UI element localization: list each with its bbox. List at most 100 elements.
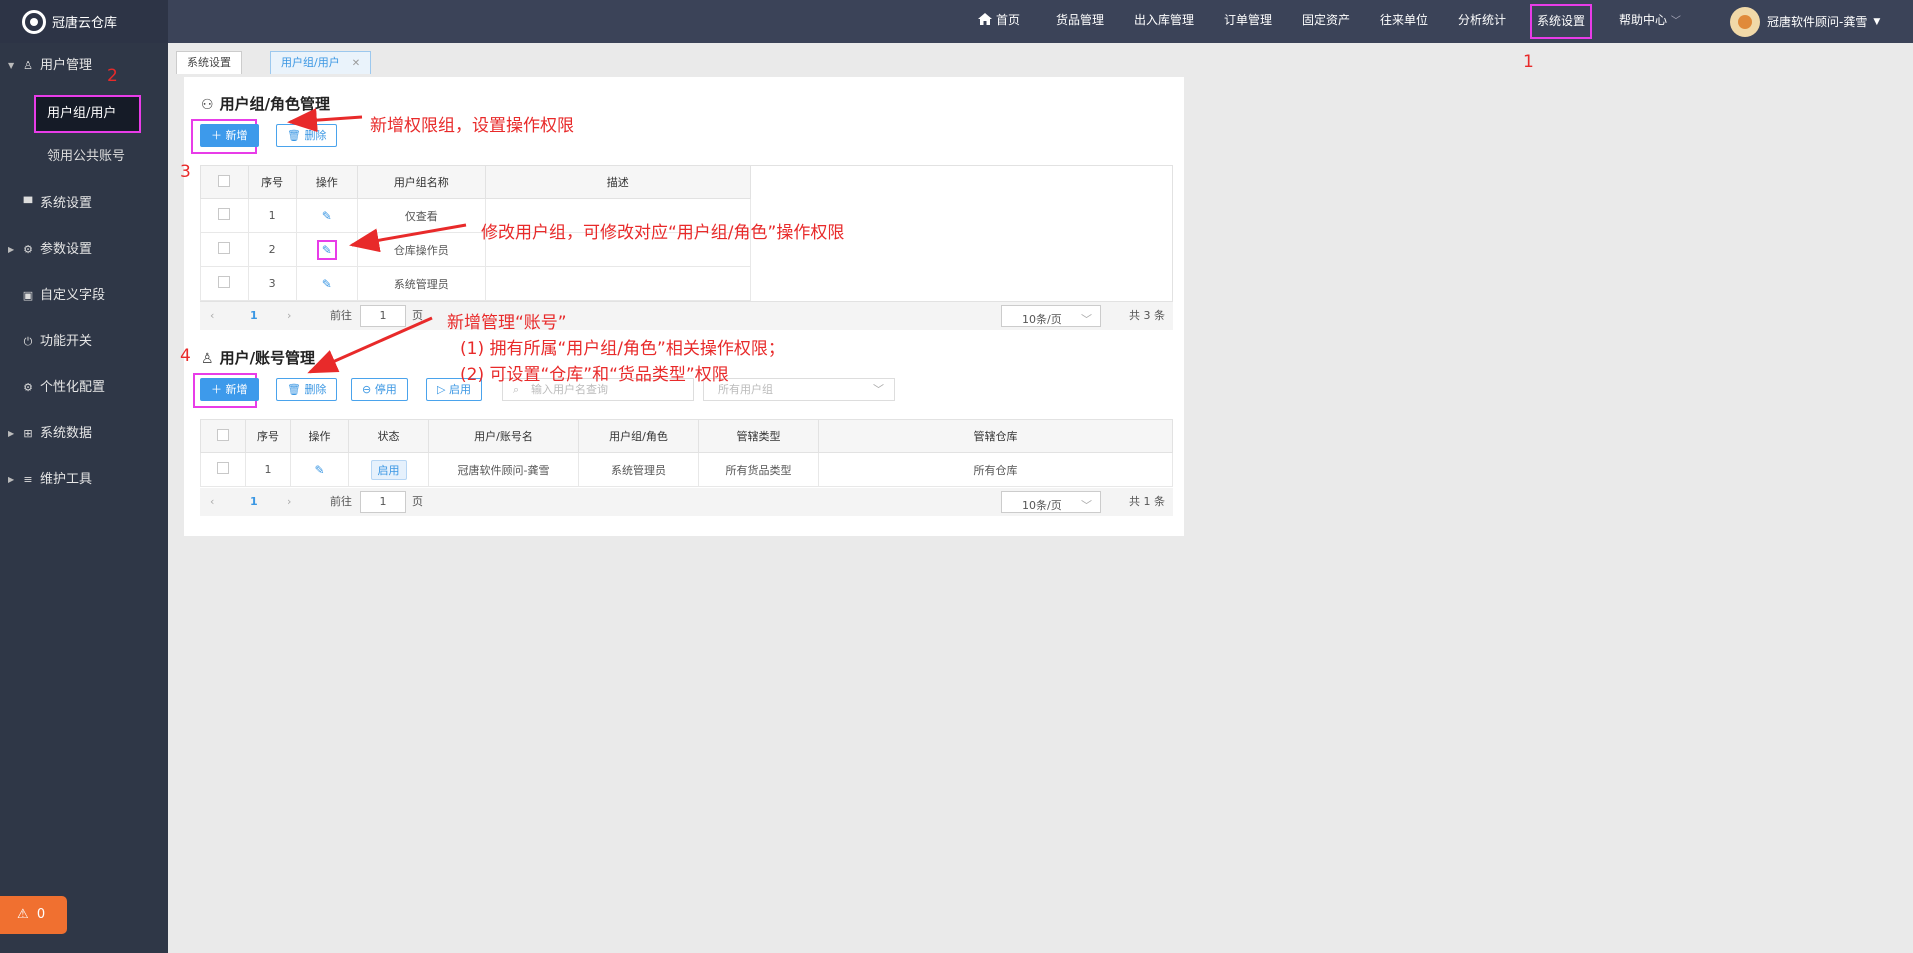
header-checkbox[interactable] — [200, 165, 249, 199]
prev-page-icon[interactable]: ‹ — [210, 488, 214, 516]
group-icon: ⚇ — [201, 97, 214, 113]
sidebar-item-maintenance[interactable]: ▶ ≡ 维护工具 — [0, 465, 168, 495]
sidebar-item-params[interactable]: ▶ ⚙ 参数设置 — [0, 235, 168, 265]
sidebar-item-feature-switch[interactable]: ⏻ 功能开关 — [0, 327, 168, 357]
chevron-down-icon: ﹀ — [1670, 16, 1681, 27]
page-size-select[interactable]: 10条/页 ﹀ — [1001, 491, 1101, 513]
account-pager: ‹ 1 › 前往 1 页 10条/页 ﹀ 共 1 条 — [200, 488, 1173, 516]
delete-account-button[interactable]: 🗑 删除 — [276, 378, 338, 401]
page-unit-label: 页 — [412, 309, 423, 322]
nav-home[interactable]: 首页 — [978, 0, 1020, 43]
nav-partners[interactable]: 往来单位 — [1380, 0, 1428, 43]
account-name: 冠唐软件顾问-龚雪 — [428, 452, 579, 487]
column-header: 序号 — [247, 165, 297, 199]
row-index: 2 — [247, 232, 297, 267]
monitor-icon: ▀ — [23, 197, 33, 210]
nav-assets[interactable]: 固定资产 — [1302, 0, 1350, 43]
column-header: 操作 — [290, 419, 349, 453]
next-page-icon[interactable]: › — [287, 488, 291, 516]
edit-button[interactable]: ✎ — [295, 232, 359, 267]
form-icon: ▣ — [22, 289, 34, 302]
status-cell: 启用 — [348, 452, 429, 487]
nav-help[interactable]: 帮助中心 ﹀ — [1619, 0, 1681, 43]
prev-page-icon[interactable]: ‹ — [210, 302, 214, 330]
sidebar-item-system-settings[interactable]: ▀ 系统设置 — [0, 189, 168, 219]
row-checkbox[interactable] — [200, 452, 246, 487]
annotation-add-account: 新增管理“账号” — [447, 313, 567, 333]
edit-icon: ✎ — [321, 276, 332, 291]
add-account-button[interactable]: ＋ 新增 — [200, 378, 259, 401]
edit-icon: ✎ — [321, 208, 332, 223]
step-number-2: 2 — [107, 66, 118, 86]
goto-page-input[interactable]: 1 — [360, 491, 406, 513]
annotation-account-line1: (1) 拥有所属“用户组/角色”相关操作权限； — [460, 339, 785, 359]
add-group-button[interactable]: ＋ 新增 — [200, 124, 259, 147]
caret-right-icon: ▶ — [8, 475, 15, 484]
sidebar-item-personalize[interactable]: ⚙ 个性化配置 — [0, 373, 168, 403]
goto-page-input[interactable]: 1 — [360, 305, 406, 327]
trash-icon: 🗑 — [287, 383, 301, 396]
nav-inout[interactable]: 出入库管理 — [1134, 0, 1194, 43]
logo-icon — [22, 9, 46, 34]
edit-button[interactable]: ✎ — [295, 198, 359, 233]
next-page-icon[interactable]: › — [287, 302, 291, 330]
alarm-button[interactable]: ⚠ 0 — [0, 896, 67, 934]
sidebar-item-user-mgmt[interactable]: ▼ ♙ 用户管理 — [0, 51, 168, 81]
power-icon: ⏻ — [23, 335, 33, 348]
caret-right-icon: ▶ — [8, 429, 15, 438]
gear-icon: ⚙ — [23, 381, 33, 394]
alarm-count: 0 — [36, 907, 46, 922]
delete-group-button[interactable]: 🗑 删除 — [276, 124, 338, 147]
app-name: 冠唐云仓库 — [52, 16, 118, 31]
header-checkbox[interactable] — [200, 419, 246, 453]
chevron-down-icon: ﹀ — [1081, 499, 1092, 512]
user-icon: ♙ — [201, 351, 214, 367]
group-pager: ‹ 1 › 前往 1 页 10条/页 ﹀ 共 3 条 — [200, 302, 1173, 330]
row-checkbox[interactable] — [200, 266, 249, 301]
user-menu[interactable]: 冠唐软件顾问-龚雪 ▼ — [1730, 0, 1880, 43]
edit-icon: ✎ — [321, 242, 332, 257]
row-checkbox[interactable] — [200, 198, 249, 233]
group-name: 仓库操作员 — [357, 232, 486, 267]
minus-circle-icon: ⊖ — [362, 383, 372, 396]
row-index: 1 — [247, 198, 297, 233]
table-row[interactable]: 3 ✎ 系统管理员 — [200, 266, 752, 301]
tab-user-group[interactable]: 用户组/用户 ✕ — [270, 51, 372, 74]
page-unit-label: 页 — [412, 495, 423, 508]
group-desc — [484, 266, 752, 301]
edit-button[interactable]: ✎ — [295, 266, 359, 301]
nav-goods[interactable]: 货品管理 — [1056, 0, 1104, 43]
tab-system-settings[interactable]: 系统设置 — [176, 51, 242, 74]
sidebar-item-public-account[interactable]: 领用公共账号 — [0, 140, 168, 174]
nav-analytics[interactable]: 分析统计 — [1458, 0, 1506, 43]
goto-label: 前往 — [330, 495, 352, 508]
goto-label: 前往 — [330, 309, 352, 322]
column-header: 用户组名称 — [357, 165, 486, 199]
app-logo[interactable]: 冠唐云仓库 — [0, 0, 168, 43]
group-section-title: ⚇ 用户组/角色管理 — [201, 95, 331, 113]
avatar — [1730, 6, 1760, 37]
total-count: 共 1 条 — [1129, 495, 1165, 508]
column-header: 管辖类型 — [698, 419, 819, 453]
column-header: 用户组/角色 — [578, 419, 699, 453]
disable-account-button[interactable]: ⊖ 停用 — [351, 378, 408, 401]
column-header: 操作 — [295, 165, 359, 199]
group-filter-select[interactable]: 所有用户组 ﹀ — [703, 378, 895, 401]
table-row[interactable]: 1 ✎ 启用 冠唐软件顾问-龚雪 系统管理员 所有货品类型 所有仓库 — [200, 452, 1173, 487]
page-number[interactable]: 1 — [250, 488, 258, 516]
nav-system-settings[interactable]: 系统设置 — [1530, 4, 1593, 39]
page-size-select[interactable]: 10条/页 ﹀ — [1001, 305, 1101, 327]
sidebar-item-custom-fields[interactable]: ▣ 自定义字段 — [0, 281, 168, 311]
account-type: 所有货品类型 — [698, 452, 819, 487]
chevron-down-icon: ﹀ — [1081, 313, 1092, 326]
close-icon[interactable]: ✕ — [352, 58, 360, 69]
edit-icon: ✎ — [314, 462, 325, 477]
sidebar-item-user-group[interactable]: 用户组/用户 — [34, 95, 141, 133]
user-icon: ♙ — [23, 59, 33, 72]
sidebar-item-system-data[interactable]: ▶ ⊞ 系统数据 — [0, 419, 168, 449]
page-number[interactable]: 1 — [250, 302, 258, 330]
nav-orders[interactable]: 订单管理 — [1224, 0, 1272, 43]
row-checkbox[interactable] — [200, 232, 249, 267]
edit-button[interactable]: ✎ — [290, 452, 349, 487]
user-name: 冠唐软件顾问-龚雪 — [1767, 15, 1868, 29]
